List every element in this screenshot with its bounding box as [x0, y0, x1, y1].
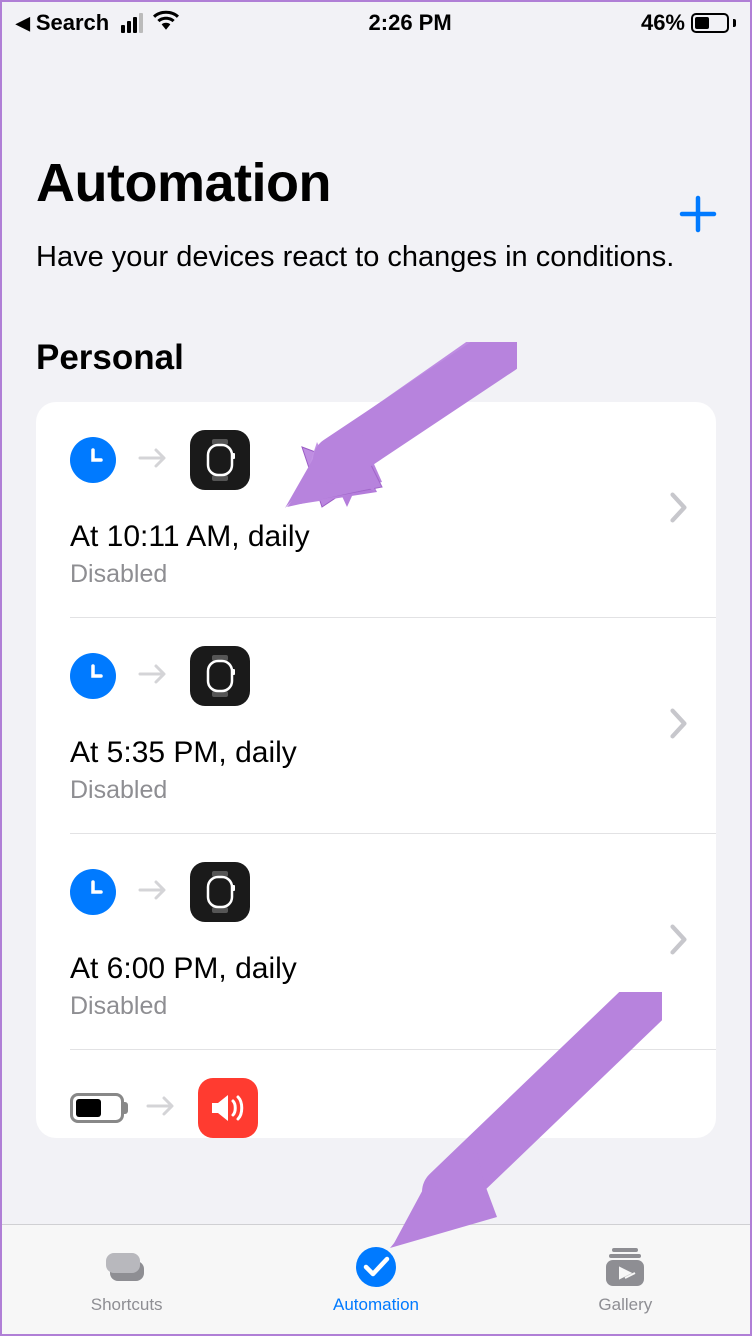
automation-item-1[interactable]: At 10:11 AM, daily Disabled — [36, 402, 716, 617]
automation-title: At 6:00 PM, daily — [70, 952, 682, 986]
tab-label: Gallery — [598, 1295, 652, 1315]
automation-status: Disabled — [70, 560, 682, 589]
battery-percent: 46% — [641, 10, 685, 36]
tab-shortcuts[interactable]: Shortcuts — [2, 1225, 251, 1334]
page-title: Automation — [36, 152, 716, 214]
tab-automation[interactable]: Automation — [251, 1225, 500, 1334]
tab-bar: Shortcuts Automation Gallery — [2, 1224, 750, 1334]
battery-trigger-icon — [70, 1093, 124, 1123]
back-app-label[interactable]: Search — [36, 10, 109, 36]
tab-label: Automation — [333, 1295, 419, 1315]
automation-item-2[interactable]: At 5:35 PM, daily Disabled — [36, 618, 716, 833]
arrow-right-icon — [138, 662, 168, 691]
section-personal-title: Personal — [36, 338, 716, 378]
chevron-right-icon — [670, 708, 688, 743]
automation-title: At 10:11 AM, daily — [70, 520, 682, 554]
add-automation-button[interactable] — [676, 192, 720, 241]
page-subtitle: Have your devices react to changes in co… — [36, 236, 716, 278]
automation-status: Disabled — [70, 776, 682, 805]
clock-icon — [70, 869, 116, 915]
watch-app-icon — [190, 646, 250, 706]
chevron-right-icon — [670, 924, 688, 959]
status-time: 2:26 PM — [369, 10, 452, 36]
gallery-tab-icon — [602, 1245, 648, 1289]
watch-app-icon — [190, 430, 250, 490]
tab-label: Shortcuts — [91, 1295, 163, 1315]
automation-status: Disabled — [70, 992, 682, 1021]
shortcuts-tab-icon — [104, 1245, 150, 1289]
automations-list: At 10:11 AM, daily Disabled At 5:35 PM, … — [36, 402, 716, 1138]
clock-icon — [70, 653, 116, 699]
wifi-icon — [153, 10, 179, 36]
chevron-right-icon — [670, 492, 688, 527]
automation-item-4[interactable] — [36, 1050, 716, 1138]
status-left: ◀ Search — [16, 10, 179, 36]
arrow-right-icon — [138, 878, 168, 907]
watch-app-icon — [190, 862, 250, 922]
tab-gallery[interactable]: Gallery — [501, 1225, 750, 1334]
status-bar: ◀ Search 2:26 PM 46% — [2, 2, 750, 44]
back-caret-icon[interactable]: ◀ — [16, 13, 30, 34]
battery-icon — [691, 13, 736, 33]
sound-app-icon — [198, 1078, 258, 1138]
automation-title: At 5:35 PM, daily — [70, 736, 682, 770]
arrow-right-icon — [146, 1094, 176, 1123]
automation-item-3[interactable]: At 6:00 PM, daily Disabled — [36, 834, 716, 1049]
cellular-signal-icon — [121, 13, 143, 33]
status-right: 46% — [641, 10, 736, 36]
automation-tab-icon — [354, 1245, 398, 1289]
arrow-right-icon — [138, 446, 168, 475]
clock-icon — [70, 437, 116, 483]
